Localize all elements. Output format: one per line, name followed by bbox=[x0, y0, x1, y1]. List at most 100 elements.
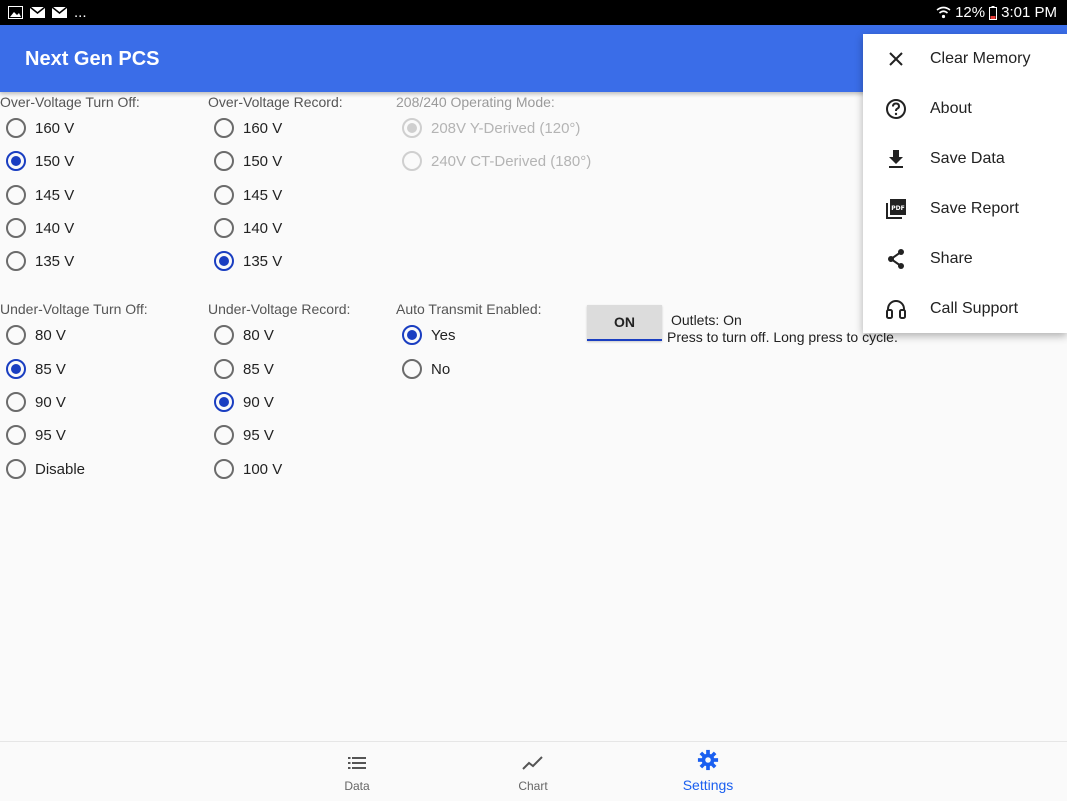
radio-button[interactable] bbox=[6, 118, 26, 138]
radio-button[interactable] bbox=[6, 359, 26, 379]
nav-item-chart[interactable]: Chart bbox=[473, 742, 593, 801]
menu-item-save-report[interactable]: PDF Save Report bbox=[863, 184, 1067, 234]
radio-button[interactable] bbox=[6, 151, 26, 171]
radio-label: 150 V bbox=[243, 152, 283, 170]
nav-label: Settings bbox=[682, 777, 734, 793]
radio-label: Yes bbox=[431, 326, 456, 344]
radio-button[interactable] bbox=[6, 325, 26, 345]
overflow-menu: Clear Memory About Save Data PDF Save Re… bbox=[863, 34, 1067, 333]
radio-button[interactable] bbox=[214, 218, 234, 238]
nav-item-data[interactable]: Data bbox=[297, 742, 417, 801]
radio-option[interactable]: 80 V bbox=[214, 323, 274, 347]
radio-label: No bbox=[431, 360, 451, 378]
radio-button[interactable] bbox=[6, 459, 26, 479]
radio-button bbox=[402, 151, 422, 171]
radio-label: 150 V bbox=[35, 152, 75, 170]
menu-item-label: Call Support bbox=[930, 300, 1019, 317]
radio-button[interactable] bbox=[214, 118, 234, 138]
battery-icon bbox=[989, 5, 998, 20]
radio-button[interactable] bbox=[214, 425, 234, 445]
radio-label: 135 V bbox=[35, 252, 75, 270]
radio-button[interactable] bbox=[214, 185, 234, 205]
radio-option[interactable]: 95 V bbox=[214, 423, 274, 447]
menu-item-about[interactable]: About bbox=[863, 84, 1067, 134]
radio-option[interactable]: 135 V bbox=[6, 249, 74, 273]
radio-option[interactable]: Yes bbox=[402, 323, 455, 347]
notification-icons: ... bbox=[8, 4, 87, 21]
radio-button[interactable] bbox=[6, 218, 26, 238]
under-voltage-turn-off-label: Under-Voltage Turn Off: bbox=[0, 301, 148, 317]
radio-label: 160 V bbox=[243, 119, 283, 137]
radio-button[interactable] bbox=[6, 392, 26, 412]
close-icon bbox=[885, 48, 907, 70]
radio-option[interactable]: 140 V bbox=[6, 216, 74, 240]
radio-button[interactable] bbox=[214, 251, 234, 271]
menu-item-label: Share bbox=[930, 250, 973, 267]
gmail-icon bbox=[30, 6, 45, 18]
menu-item-label: Save Report bbox=[930, 200, 1019, 217]
radio-option[interactable]: 85 V bbox=[6, 357, 66, 381]
radio-button[interactable] bbox=[214, 151, 234, 171]
radio-button bbox=[402, 118, 422, 138]
radio-button[interactable] bbox=[6, 251, 26, 271]
radio-option[interactable]: 135 V bbox=[214, 249, 282, 273]
help-circle-icon bbox=[885, 98, 907, 120]
radio-label: 90 V bbox=[243, 393, 274, 411]
radio-option[interactable]: 80 V bbox=[6, 323, 66, 347]
radio-button[interactable] bbox=[402, 359, 422, 379]
radio-button[interactable] bbox=[214, 459, 234, 479]
radio-option[interactable]: 150 V bbox=[6, 149, 74, 173]
radio-option[interactable]: 100 V bbox=[214, 457, 282, 481]
radio-button[interactable] bbox=[214, 392, 234, 412]
over-voltage-record-label: Over-Voltage Record: bbox=[208, 94, 343, 110]
radio-option[interactable]: 90 V bbox=[6, 390, 66, 414]
radio-button[interactable] bbox=[6, 185, 26, 205]
over-voltage-turn-off-label: Over-Voltage Turn Off: bbox=[0, 94, 140, 110]
radio-option[interactable]: 150 V bbox=[214, 149, 282, 173]
radio-option: 240V CT-Derived (180°) bbox=[402, 149, 591, 173]
radio-label: 145 V bbox=[35, 186, 75, 204]
menu-item-clear-memory[interactable]: Clear Memory bbox=[863, 34, 1067, 84]
radio-option[interactable]: 90 V bbox=[214, 390, 274, 414]
radio-option[interactable]: 95 V bbox=[6, 423, 66, 447]
radio-option[interactable]: 145 V bbox=[6, 183, 74, 207]
clock: 3:01 PM bbox=[1001, 4, 1057, 21]
radio-label: 240V CT-Derived (180°) bbox=[431, 152, 592, 170]
gmail-icon bbox=[52, 6, 67, 18]
menu-item-share[interactable]: Share bbox=[863, 234, 1067, 284]
gear-icon bbox=[697, 749, 719, 771]
radio-option: 208V Y-Derived (120°) bbox=[402, 116, 580, 140]
radio-option[interactable]: No bbox=[402, 357, 450, 381]
radio-option[interactable]: 145 V bbox=[214, 183, 282, 207]
image-icon bbox=[8, 6, 23, 19]
radio-option[interactable]: 160 V bbox=[214, 116, 282, 140]
more-notifications: ... bbox=[74, 4, 87, 21]
radio-option[interactable]: 160 V bbox=[6, 116, 74, 140]
radio-option[interactable]: 140 V bbox=[214, 216, 282, 240]
chart-line-icon bbox=[522, 756, 543, 770]
outlets-toggle-button[interactable]: ON bbox=[587, 305, 662, 341]
menu-item-call-support[interactable]: Call Support bbox=[863, 284, 1067, 334]
nav-label: Data bbox=[344, 779, 370, 793]
svg-text:PDF: PDF bbox=[891, 205, 904, 212]
operating-mode-label: 208/240 Operating Mode: bbox=[396, 94, 555, 110]
radio-label: 140 V bbox=[243, 219, 283, 237]
nav-item-settings[interactable]: Settings bbox=[648, 742, 768, 801]
share-icon bbox=[885, 248, 907, 270]
radio-button[interactable] bbox=[214, 359, 234, 379]
menu-item-label: Save Data bbox=[930, 150, 1005, 167]
radio-label: 208V Y-Derived (120°) bbox=[431, 119, 581, 137]
menu-item-label: Clear Memory bbox=[930, 50, 1031, 67]
radio-label: 145 V bbox=[243, 186, 283, 204]
outlets-status: Outlets: On bbox=[671, 312, 742, 328]
radio-option[interactable]: 85 V bbox=[214, 357, 274, 381]
menu-item-save-data[interactable]: Save Data bbox=[863, 134, 1067, 184]
headset-icon bbox=[885, 298, 907, 320]
radio-button[interactable] bbox=[402, 325, 422, 345]
radio-button[interactable] bbox=[6, 425, 26, 445]
radio-button[interactable] bbox=[214, 325, 234, 345]
app-title: Next Gen PCS bbox=[25, 48, 160, 70]
wifi-icon bbox=[936, 6, 951, 19]
radio-label: 135 V bbox=[243, 252, 283, 270]
radio-option[interactable]: Disable bbox=[6, 457, 85, 481]
